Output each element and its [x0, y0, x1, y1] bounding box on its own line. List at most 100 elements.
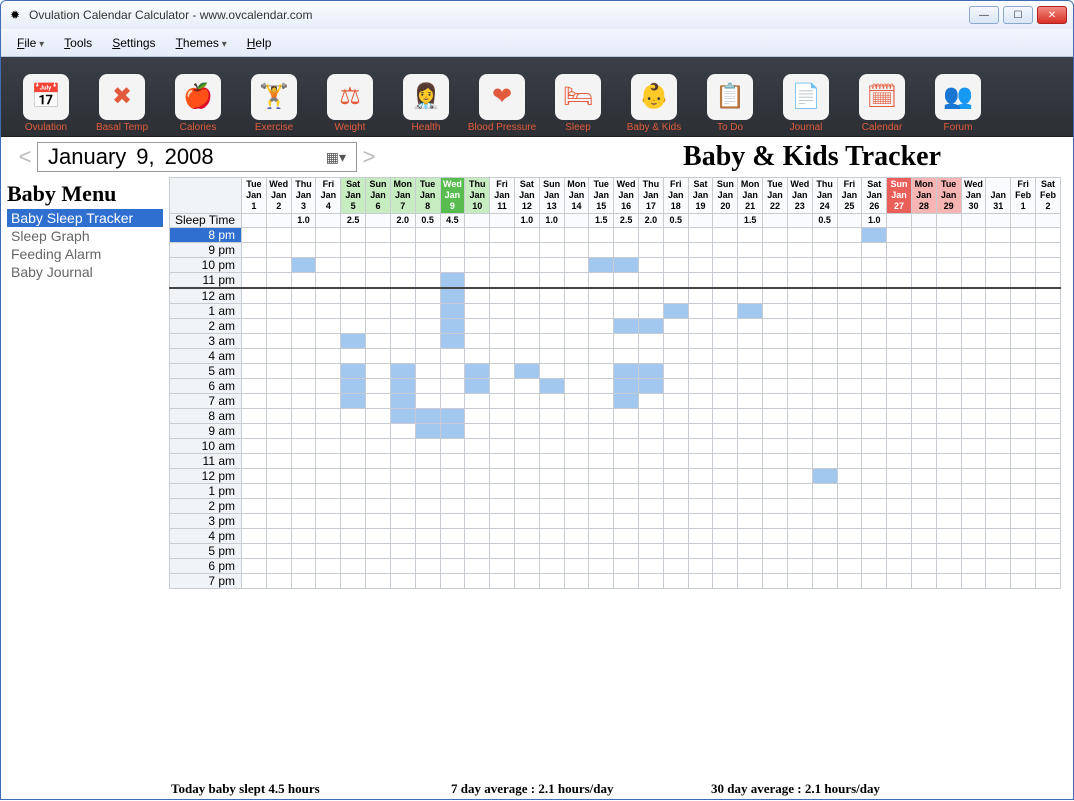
- grid-cell[interactable]: [564, 394, 589, 409]
- grid-cell[interactable]: [837, 319, 862, 334]
- grid-cell[interactable]: [738, 514, 763, 529]
- grid-cell[interactable]: [539, 559, 564, 574]
- grid-cell[interactable]: [390, 499, 415, 514]
- grid-cell[interactable]: [961, 529, 986, 544]
- grid-cell[interactable]: [514, 574, 539, 589]
- grid-cell[interactable]: [291, 243, 316, 258]
- col-header[interactable]: TueJan1: [242, 178, 267, 214]
- grid-cell[interactable]: [614, 334, 639, 349]
- grid-cell[interactable]: [887, 544, 912, 559]
- grid-cell[interactable]: [589, 499, 614, 514]
- grid-cell[interactable]: [713, 319, 738, 334]
- grid-cell[interactable]: [341, 394, 366, 409]
- grid-cell[interactable]: [539, 288, 564, 304]
- grid-cell[interactable]: [911, 349, 936, 364]
- grid-cell[interactable]: [688, 439, 713, 454]
- grid-cell[interactable]: [366, 409, 391, 424]
- grid-cell[interactable]: [787, 484, 812, 499]
- prev-day-button[interactable]: <: [13, 143, 37, 171]
- grid-cell[interactable]: [366, 288, 391, 304]
- grid-cell[interactable]: [415, 273, 440, 289]
- grid-cell[interactable]: [415, 574, 440, 589]
- grid-cell[interactable]: [514, 484, 539, 499]
- sidebar-item-feeding-alarm[interactable]: Feeding Alarm: [7, 245, 163, 263]
- grid-cell[interactable]: [341, 288, 366, 304]
- grid-cell[interactable]: [316, 574, 341, 589]
- grid-cell[interactable]: [763, 469, 788, 484]
- grid-cell[interactable]: [763, 454, 788, 469]
- grid-cell[interactable]: [1011, 544, 1036, 559]
- grid-cell[interactable]: [291, 544, 316, 559]
- grid-cell[interactable]: [316, 334, 341, 349]
- grid-cell[interactable]: [713, 288, 738, 304]
- grid-cell[interactable]: [465, 559, 490, 574]
- grid-cell[interactable]: [465, 574, 490, 589]
- grid-cell[interactable]: [341, 544, 366, 559]
- grid-cell[interactable]: [688, 454, 713, 469]
- grid-cell[interactable]: [390, 319, 415, 334]
- grid-cell[interactable]: [787, 319, 812, 334]
- grid-cell[interactable]: [366, 559, 391, 574]
- grid-cell[interactable]: [787, 364, 812, 379]
- grid-cell[interactable]: [862, 529, 887, 544]
- grid-cell[interactable]: [539, 273, 564, 289]
- grid-cell[interactable]: [936, 439, 961, 454]
- grid-cell[interactable]: [738, 454, 763, 469]
- grid-cell[interactable]: [490, 364, 515, 379]
- grid-cell[interactable]: [316, 529, 341, 544]
- grid-cell[interactable]: [738, 349, 763, 364]
- grid-cell[interactable]: [514, 258, 539, 273]
- grid-row[interactable]: 7 am: [170, 394, 1061, 409]
- grid-cell[interactable]: [539, 574, 564, 589]
- grid-cell[interactable]: [490, 228, 515, 243]
- grid-cell[interactable]: [911, 484, 936, 499]
- grid-cell[interactable]: [1036, 574, 1061, 589]
- grid-cell[interactable]: [341, 559, 366, 574]
- grid-cell[interactable]: [589, 424, 614, 439]
- grid-cell[interactable]: [266, 288, 291, 304]
- grid-cell[interactable]: [1011, 484, 1036, 499]
- grid-cell[interactable]: [837, 304, 862, 319]
- grid-cell[interactable]: [837, 544, 862, 559]
- grid-cell[interactable]: [440, 273, 465, 289]
- grid-cell[interactable]: [787, 424, 812, 439]
- grid-cell[interactable]: [465, 409, 490, 424]
- grid-cell[interactable]: [490, 304, 515, 319]
- grid-cell[interactable]: [614, 319, 639, 334]
- grid-cell[interactable]: [291, 319, 316, 334]
- grid-cell[interactable]: [316, 364, 341, 379]
- grid-cell[interactable]: [564, 288, 589, 304]
- grid-cell[interactable]: [366, 484, 391, 499]
- toolbar-exercise[interactable]: 🏋Exercise: [239, 61, 309, 133]
- grid-cell[interactable]: [1011, 499, 1036, 514]
- grid-cell[interactable]: [986, 349, 1011, 364]
- grid-cell[interactable]: [589, 288, 614, 304]
- grid-cell[interactable]: [887, 394, 912, 409]
- grid-cell[interactable]: [514, 454, 539, 469]
- grid-row[interactable]: 2 pm: [170, 499, 1061, 514]
- grid-cell[interactable]: [862, 379, 887, 394]
- grid-cell[interactable]: [713, 394, 738, 409]
- grid-cell[interactable]: [316, 454, 341, 469]
- grid-cell[interactable]: [911, 499, 936, 514]
- grid-cell[interactable]: [291, 529, 316, 544]
- grid-cell[interactable]: [688, 559, 713, 574]
- grid-cell[interactable]: [787, 394, 812, 409]
- grid-cell[interactable]: [738, 544, 763, 559]
- grid-cell[interactable]: [911, 424, 936, 439]
- grid-cell[interactable]: [291, 394, 316, 409]
- grid-row[interactable]: 2 am: [170, 319, 1061, 334]
- grid-cell[interactable]: [242, 364, 267, 379]
- grid-cell[interactable]: [639, 228, 664, 243]
- grid-cell[interactable]: [688, 273, 713, 289]
- grid-cell[interactable]: [564, 559, 589, 574]
- toolbar-health[interactable]: 👩‍⚕️Health: [391, 61, 461, 133]
- grid-cell[interactable]: [589, 304, 614, 319]
- grid-cell[interactable]: [787, 499, 812, 514]
- grid-cell[interactable]: [663, 454, 688, 469]
- grid-cell[interactable]: [539, 424, 564, 439]
- grid-cell[interactable]: [390, 288, 415, 304]
- grid-cell[interactable]: [911, 319, 936, 334]
- grid-cell[interactable]: [490, 273, 515, 289]
- grid-cell[interactable]: [440, 454, 465, 469]
